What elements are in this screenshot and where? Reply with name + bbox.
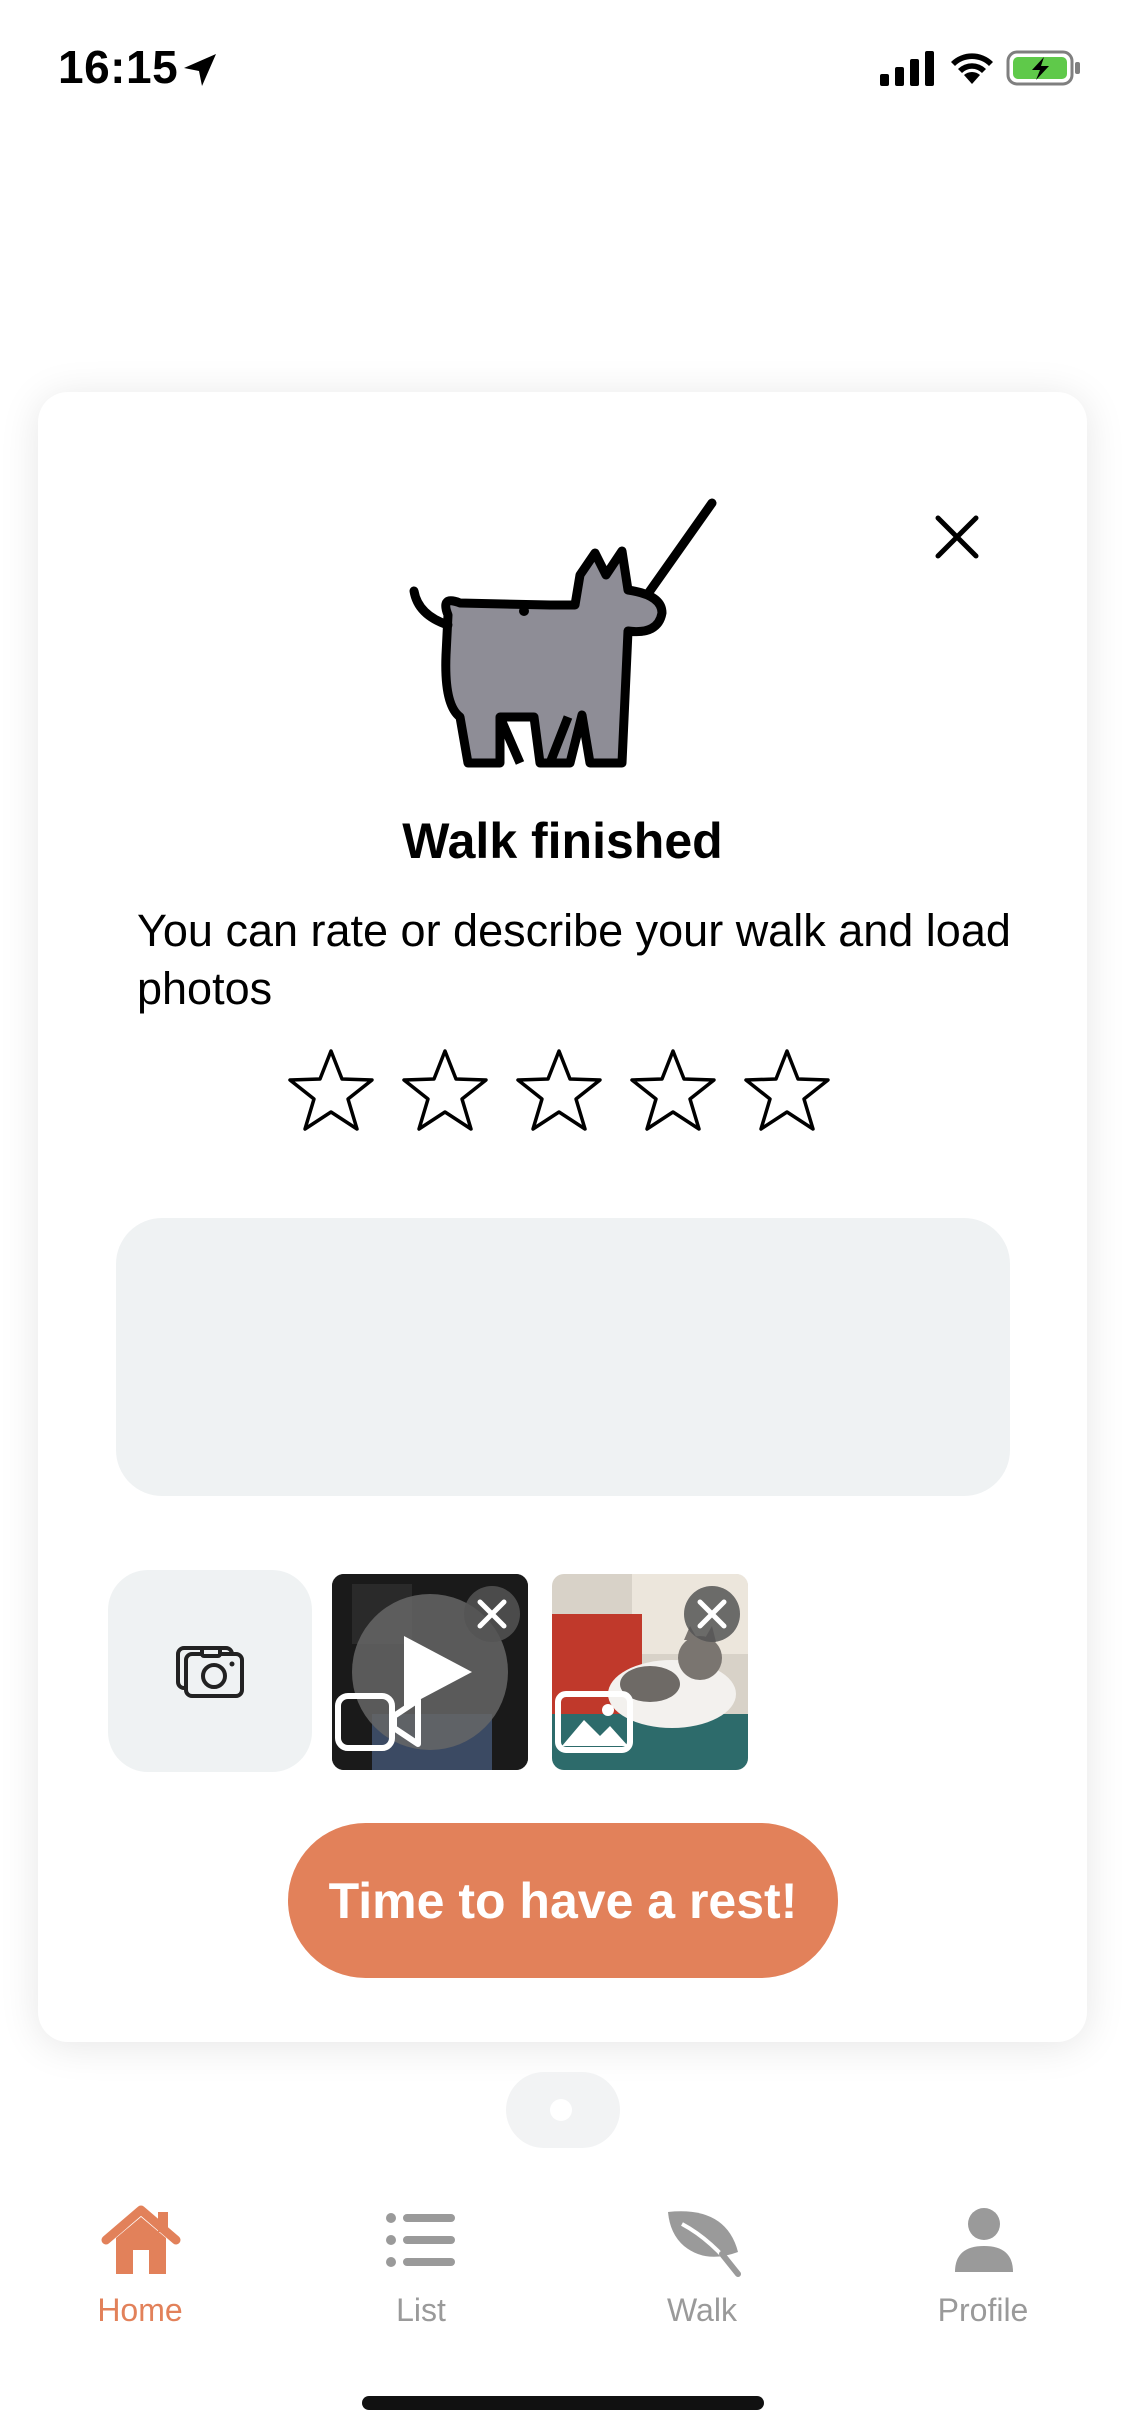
tab-profile-label: Profile — [937, 2292, 1029, 2328]
star-rating — [285, 1045, 833, 1137]
star-1-icon[interactable] — [285, 1045, 377, 1137]
tab-bar: Home List Walk Profile — [0, 2180, 1125, 2360]
home-indicator[interactable] — [362, 2396, 764, 2410]
media-thumb-video[interactable] — [332, 1574, 528, 1770]
location-arrow-icon — [184, 54, 216, 86]
modal-subtitle: You can rate or describe your walk and l… — [137, 905, 1011, 1014]
tab-home-label: Home — [97, 2292, 183, 2328]
status-bar: 16:15 — [0, 0, 1125, 140]
page-indicator — [506, 2072, 620, 2148]
camera-icon — [176, 1646, 244, 1698]
leaf-icon — [668, 2211, 741, 2277]
tab-profile[interactable]: Profile — [883, 2180, 1083, 2340]
cellular-signal-icon — [880, 51, 934, 86]
modal-title: Walk finished — [402, 813, 723, 869]
status-time: 16:15 — [58, 41, 179, 93]
time-to-rest-button[interactable]: Time to have a rest! — [288, 1823, 838, 1978]
star-3-icon[interactable] — [513, 1045, 605, 1137]
home-icon — [101, 2205, 181, 2274]
page-indicator-dot — [550, 2099, 572, 2121]
add-media-button[interactable] — [108, 1570, 312, 1772]
star-2-icon[interactable] — [399, 1045, 491, 1137]
tab-walk-label: Walk — [667, 2292, 737, 2328]
video-camera-icon — [335, 1693, 421, 1751]
star-4-icon[interactable] — [627, 1045, 719, 1137]
tab-walk[interactable]: Walk — [602, 2180, 802, 2340]
star-5-icon[interactable] — [741, 1045, 833, 1137]
walk-description-field[interactable] — [116, 1218, 1010, 1496]
tab-list[interactable]: List — [321, 2180, 521, 2340]
wifi-icon — [951, 53, 993, 84]
list-icon — [386, 2213, 455, 2267]
dog-on-leash-icon — [409, 498, 717, 768]
remove-photo-icon[interactable] — [684, 1586, 740, 1642]
person-icon — [955, 2208, 1013, 2272]
battery-charging-icon — [1006, 50, 1080, 86]
tab-list-label: List — [396, 2292, 446, 2328]
media-thumb-photo[interactable] — [552, 1574, 748, 1770]
close-icon[interactable] — [920, 500, 994, 574]
remove-video-icon[interactable] — [464, 1586, 520, 1642]
image-icon — [555, 1691, 633, 1753]
tab-home[interactable]: Home — [40, 2180, 240, 2340]
